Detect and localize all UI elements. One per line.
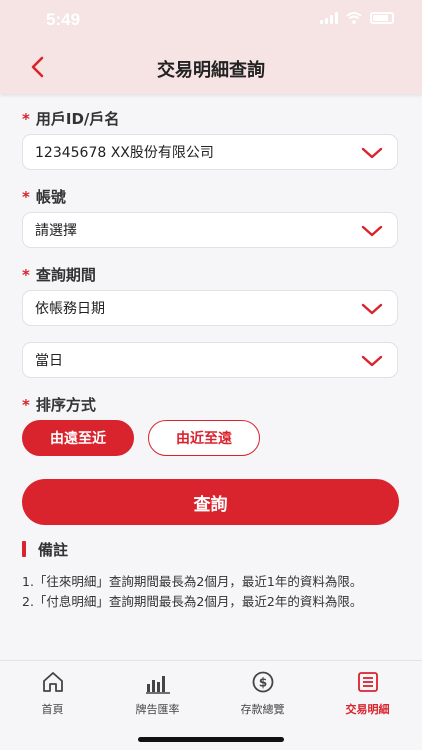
- account-label: * 帳號: [22, 188, 66, 206]
- user-select-value: 12345678 XX股份有限公司: [35, 145, 214, 161]
- status-icons: [320, 12, 394, 24]
- home-icon: [40, 669, 66, 695]
- home-indicator: [138, 737, 284, 742]
- chevron-down-icon: [361, 303, 383, 315]
- battery-icon: [370, 12, 394, 24]
- dollar-coin-icon: $: [250, 669, 276, 695]
- sort-label: * 排序方式: [22, 396, 96, 414]
- svg-text:$: $: [258, 676, 266, 690]
- user-select[interactable]: 12345678 XX股份有限公司: [22, 134, 398, 170]
- nav-bar: 交易明細查詢: [0, 40, 422, 94]
- query-form: * 用戶ID/戶名 12345678 XX股份有限公司 * 帳號 請選擇 * 查詢期間…: [0, 94, 422, 660]
- period-range-value: 當日: [35, 353, 63, 369]
- notes-list: 1.「往來明細」查詢期間最長為2個月，最近1年的資料為限。 2.「付息明細」查詢…: [22, 572, 402, 612]
- chevron-down-icon: [361, 225, 383, 237]
- chevron-down-icon: [361, 147, 383, 159]
- tab-transaction-details[interactable]: 交易明細: [315, 669, 420, 717]
- tab-deposit-overview[interactable]: $ 存款總覽: [210, 669, 315, 717]
- bar-chart-icon: [145, 669, 171, 695]
- period-type-value: 依帳務日期: [35, 301, 105, 317]
- tab-home[interactable]: 首頁: [0, 669, 105, 717]
- account-select[interactable]: 請選擇: [22, 212, 398, 248]
- sort-newest-first-button[interactable]: 由近至遠: [148, 420, 260, 456]
- sort-oldest-first-button[interactable]: 由遠至近: [22, 420, 134, 456]
- status-time: 5:49: [46, 10, 81, 29]
- account-select-value: 請選擇: [35, 223, 77, 239]
- user-label: * 用戶ID/戶名: [22, 110, 120, 128]
- tab-exchange-rates[interactable]: 牌告匯率: [105, 669, 210, 717]
- signal-icon: [320, 12, 338, 24]
- list-document-icon: [355, 669, 381, 695]
- period-type-select[interactable]: 依帳務日期: [22, 290, 398, 326]
- wifi-icon: [346, 12, 362, 24]
- notes-accent-bar: [22, 541, 26, 557]
- chevron-down-icon: [361, 355, 383, 367]
- note-item: 2.「付息明細」查詢期間最長為2個月，最近2年的資料為限。: [22, 594, 363, 609]
- period-label: * 查詢期間: [22, 266, 96, 284]
- note-item: 1.「往來明細」查詢期間最長為2個月，最近1年的資料為限。: [22, 574, 363, 589]
- period-range-select[interactable]: 當日: [22, 342, 398, 378]
- page-title: 交易明細查詢: [157, 60, 265, 81]
- notes-title: 備註: [22, 540, 68, 559]
- query-button[interactable]: 查詢: [22, 479, 399, 525]
- status-bar: 5:49: [0, 0, 422, 40]
